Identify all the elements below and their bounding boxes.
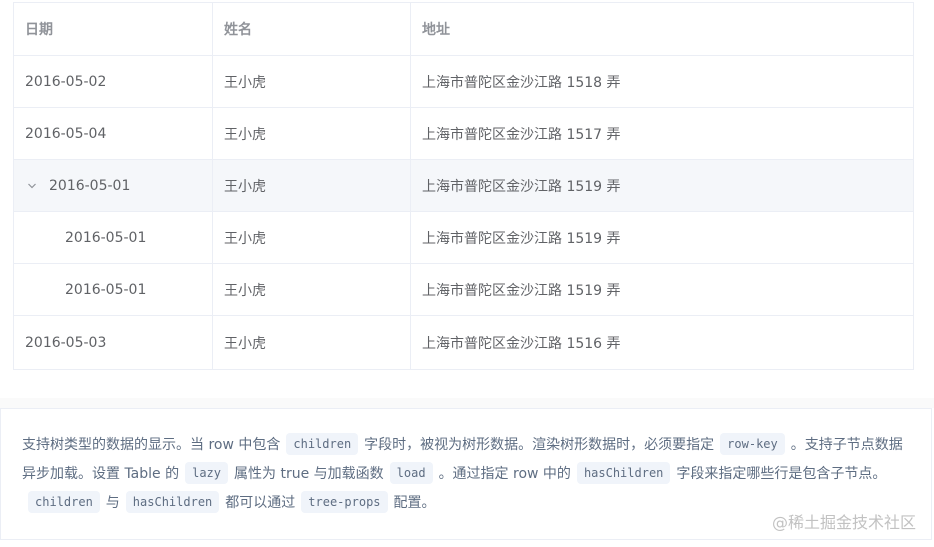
table-row[interactable]: 2016-05-04 王小虎 上海市普陀区金沙江路 1517 弄	[14, 108, 913, 160]
cell-date-text: 2016-05-01	[65, 281, 147, 298]
code-children: children	[28, 491, 100, 513]
cell-name: 王小虎	[212, 56, 410, 107]
section-divider	[0, 398, 934, 408]
code-lazy: lazy	[185, 462, 229, 484]
desc-text: 字段时，被视为树形数据。渲染树形数据时，必须要指定	[364, 437, 715, 453]
header-date[interactable]: 日期	[14, 3, 212, 55]
cell-address: 上海市普陀区金沙江路 1518 弄	[410, 56, 913, 107]
cell-date-text: 2016-05-01	[49, 177, 131, 194]
code-row-key: row-key	[720, 433, 785, 455]
cell-date: 2016-05-01	[14, 264, 212, 315]
cell-date: 2016-05-03	[25, 334, 107, 351]
tree-table: 日期 姓名 地址 2016-05-02 王小虎 上海市普陀区金沙江路 1518 …	[13, 2, 914, 370]
table-row-child[interactable]: 2016-05-01 王小虎 上海市普陀区金沙江路 1519 弄	[14, 264, 913, 316]
table-row-expanded[interactable]: 2016-05-01 王小虎 上海市普陀区金沙江路 1519 弄	[14, 160, 913, 212]
desc-text: 属性为 true 与加载函数	[234, 466, 384, 482]
cell-address: 上海市普陀区金沙江路 1517 弄	[410, 108, 913, 159]
cell-date-text: 2016-05-01	[65, 229, 147, 246]
desc-text: 支持树类型的数据的显示。当 row 中包含	[22, 437, 281, 453]
cell-date: 2016-05-02	[25, 73, 107, 90]
code-hasChildren: hasChildren	[125, 491, 220, 513]
header-name[interactable]: 姓名	[212, 3, 410, 55]
cell-date: 2016-05-01	[14, 212, 212, 263]
table-row-child[interactable]: 2016-05-01 王小虎 上海市普陀区金沙江路 1519 弄	[14, 212, 913, 264]
code-tree-props: tree-props	[301, 491, 388, 513]
table-row[interactable]: 2016-05-02 王小虎 上海市普陀区金沙江路 1518 弄	[14, 56, 913, 108]
code-children: children	[286, 433, 359, 455]
chevron-down-icon[interactable]	[25, 179, 39, 193]
table-row[interactable]: 2016-05-03 王小虎 上海市普陀区金沙江路 1516 弄	[14, 316, 913, 369]
desc-text: 。通过指定 row 中的	[438, 466, 571, 482]
desc-text: 字段来指定哪些行是包含子节点。	[676, 466, 887, 482]
cell-name: 王小虎	[212, 316, 410, 369]
cell-date: 2016-05-01	[14, 160, 212, 211]
cell-address: 上海市普陀区金沙江路 1516 弄	[410, 316, 913, 369]
desc-text: 都可以通过	[225, 495, 296, 511]
cell-date: 2016-05-04	[25, 125, 107, 142]
watermark: @稀土掘金技术社区	[771, 513, 916, 532]
cell-address: 上海市普陀区金沙江路 1519 弄	[410, 160, 913, 211]
desc-text: 配置。	[393, 495, 436, 511]
code-load: load	[389, 462, 433, 484]
table-header: 日期 姓名 地址	[14, 3, 913, 56]
cell-name: 王小虎	[212, 160, 410, 211]
cell-name: 王小虎	[212, 212, 410, 263]
header-address[interactable]: 地址	[410, 3, 913, 55]
cell-name: 王小虎	[212, 264, 410, 315]
cell-address: 上海市普陀区金沙江路 1519 弄	[410, 264, 913, 315]
cell-address: 上海市普陀区金沙江路 1519 弄	[410, 212, 913, 263]
desc-text: 与	[105, 495, 120, 511]
code-hasChildren: hasChildren	[576, 462, 671, 484]
cell-name: 王小虎	[212, 108, 410, 159]
